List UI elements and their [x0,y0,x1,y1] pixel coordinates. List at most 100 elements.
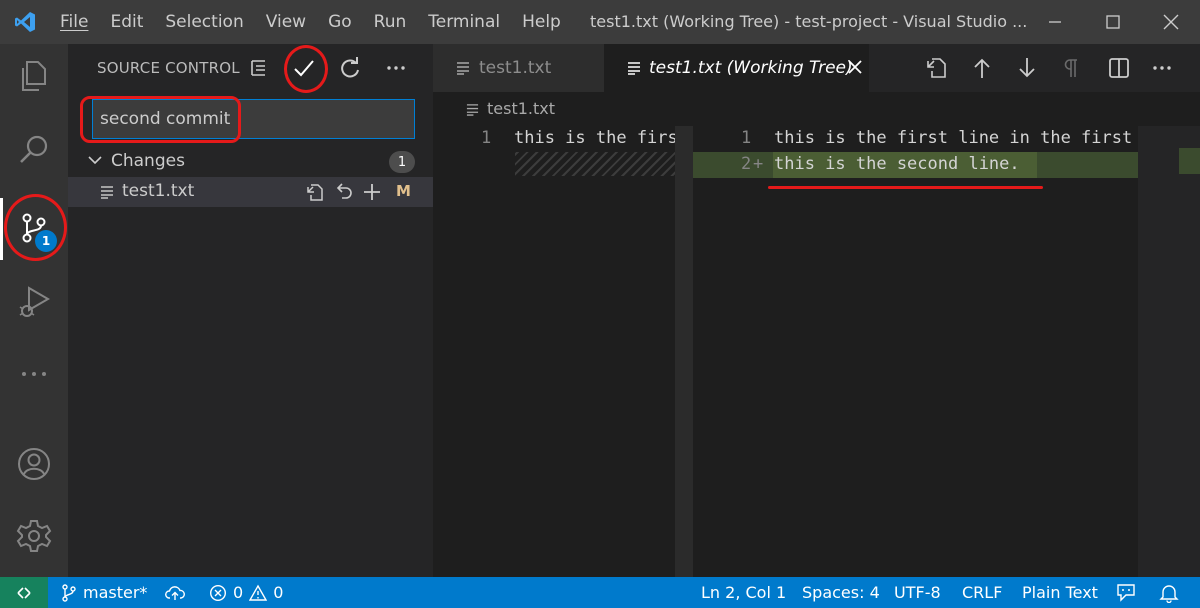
close-icon[interactable] [846,58,864,76]
remote-icon [17,586,31,599]
split-editor-button[interactable] [1102,50,1136,86]
changed-file-row[interactable]: test1.txt M [68,177,433,207]
changes-count-badge: 1 [389,151,415,173]
close-window-button[interactable] [1142,0,1200,44]
more-views-button[interactable] [0,342,68,406]
next-change-button[interactable] [1010,50,1044,86]
bell-icon [1159,584,1179,603]
source-control-button[interactable] [0,196,68,260]
editor-more-actions-button[interactable] [1145,50,1179,86]
view-as-tree-button[interactable] [242,50,276,86]
feedback-button[interactable] [1115,577,1137,608]
menu-go[interactable]: Go [317,0,363,44]
check-icon [294,60,314,77]
diff-overview-ruler[interactable] [1138,126,1200,577]
diff-modified-pane[interactable]: 1 this is the first line in the first 2 … [693,126,1138,577]
line-number: 1 [481,128,492,148]
maximize-button[interactable] [1084,0,1142,44]
menu-terminal[interactable]: Terminal [417,0,511,44]
changes-label: Changes [111,151,185,171]
annotation-underline [768,186,1043,189]
minimize-button[interactable] [1026,0,1084,44]
search-icon [20,135,48,163]
search-button[interactable] [0,118,68,182]
tab-test1[interactable]: test1.txt [433,44,604,92]
pilcrow-icon [1064,59,1077,77]
plus-icon [364,184,380,200]
manage-button[interactable] [0,504,68,568]
discard-changes-button[interactable] [332,180,356,204]
text-file-icon [628,62,640,75]
tab-test1-working-tree[interactable]: test1.txt (Working Tree) [604,44,869,92]
remote-indicator[interactable] [0,577,48,608]
previous-change-button[interactable] [965,50,999,86]
indentation[interactable]: Spaces: 4 [802,577,880,608]
source-control-badge: 1 [35,230,57,252]
go-to-file-icon [307,184,323,201]
publish-button[interactable] [165,577,185,608]
open-file-button[interactable] [303,180,327,204]
menu-help[interactable]: Help [511,0,572,44]
code-line: this is the first line in the first [774,128,1133,148]
commit-button[interactable] [287,50,321,86]
indentation-label: Spaces: 4 [802,583,880,602]
changes-group-header[interactable]: Changes 1 [68,146,433,176]
language-mode[interactable]: Plain Text [1022,577,1098,608]
accounts-button[interactable] [0,432,68,496]
source-control-sidebar: SOURCE CONTROL second commit Changes 1 t… [68,44,433,577]
menu-selection[interactable]: Selection [154,0,254,44]
code-line: this is the first line in the first [514,128,688,148]
refresh-button[interactable] [333,50,367,86]
cloud-upload-icon [165,585,185,600]
go-to-file-icon [927,58,946,78]
menu-edit[interactable]: Edit [99,0,154,44]
stage-changes-button[interactable] [360,180,384,204]
branch-name: master* [83,583,148,602]
ellipsis-icon [387,66,405,70]
cursor-position-label: Ln 2, Col 1 [701,583,787,602]
diff-original-pane[interactable]: 1 this is the first line in the first [433,126,693,577]
git-branch-icon [62,583,76,602]
encoding[interactable]: UTF-8 [894,577,941,608]
tab-label: test1.txt (Working Tree) [649,58,853,78]
error-count: 0 [233,583,244,602]
added-line-marker: + [753,154,764,174]
problems-indicator[interactable]: 0 0 [209,577,283,608]
status-bar: master* 0 0 Ln 2, Col 1 Spaces: 4 UTF-8 … [0,577,1200,608]
window-title: test1.txt (Working Tree) - test-project … [590,12,1028,31]
list-tree-icon [251,60,265,76]
title-bar: File Edit Selection View Go Run Terminal… [0,0,1200,44]
notifications-button[interactable] [1159,577,1179,608]
warning-count: 0 [273,583,284,602]
explorer-button[interactable] [0,44,68,108]
arrow-up-icon [974,58,990,78]
activity-bar: 1 [0,44,68,577]
sidebar-header: SOURCE CONTROL [68,44,433,93]
language-label: Plain Text [1022,583,1098,602]
diff-placeholder-hatch [515,152,693,176]
split-editor-icon [1109,58,1129,78]
menu-run[interactable]: Run [363,0,418,44]
branch-indicator[interactable]: master* [61,577,147,608]
gear-icon [16,520,52,552]
menu-bar: File Edit Selection View Go Run Terminal… [50,0,572,44]
run-debug-button[interactable] [0,270,68,334]
more-actions-button[interactable] [379,50,413,86]
line-ending[interactable]: CRLF [962,577,1002,608]
menu-file[interactable]: File [50,0,99,44]
breadcrumb-file[interactable]: test1.txt [487,99,555,118]
window-controls [1026,0,1200,44]
line-ending-label: CRLF [962,583,1003,602]
open-file-button[interactable] [920,50,954,86]
arrow-down-icon [1019,58,1035,78]
file-status-modified: M [396,182,411,200]
refresh-icon [341,57,359,78]
close-icon [1163,14,1179,30]
toggle-whitespace-button[interactable] [1054,50,1088,86]
menu-view[interactable]: View [255,0,317,44]
ellipsis-icon [22,372,46,376]
sidebar-title: SOURCE CONTROL [97,59,240,77]
minimize-icon [1049,21,1061,23]
cursor-position[interactable]: Ln 2, Col 1 [701,577,786,608]
annotation-box-commit-message [80,96,241,143]
